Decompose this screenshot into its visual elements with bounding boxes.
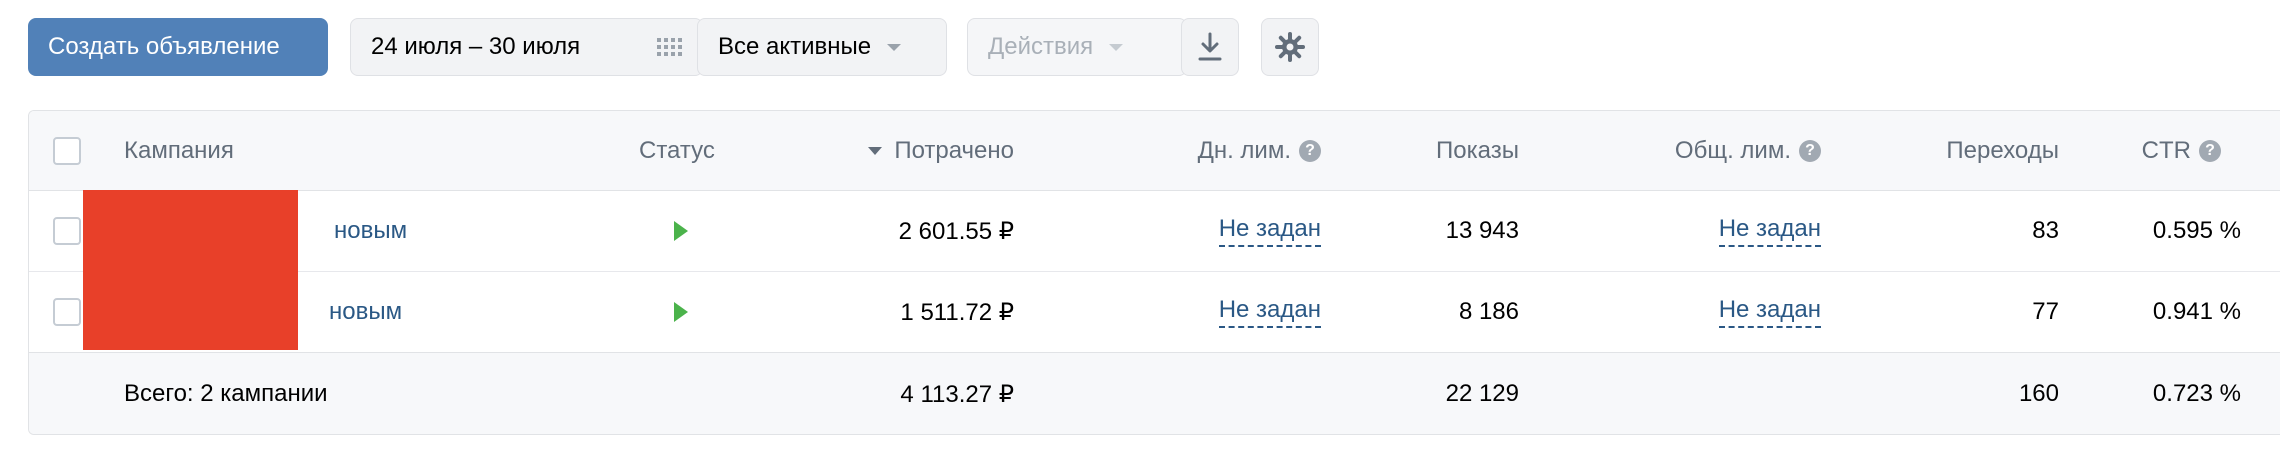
status-filter-label: Все активные: [718, 33, 872, 60]
header-ctr[interactable]: CTR ?: [2119, 111, 2221, 190]
actions-dropdown[interactable]: Действия: [967, 18, 1187, 76]
status-running-icon[interactable]: [674, 191, 688, 271]
select-all-checkbox[interactable]: [53, 136, 81, 165]
date-range-button[interactable]: 24 июля – 30 июля: [350, 18, 703, 76]
header-total-limit[interactable]: Общ. лим. ?: [1629, 111, 1821, 190]
actions-label: Действия: [988, 33, 1094, 60]
settings-button[interactable]: [1261, 18, 1319, 76]
campaigns-table: Кампания Статус Потрачено Дн. лим. ? Пок…: [28, 110, 2280, 435]
help-icon[interactable]: ?: [1799, 139, 1821, 162]
row-checkbox[interactable]: [53, 217, 81, 245]
header-campaign[interactable]: Кампания: [124, 111, 234, 190]
total-ctr-value: 0.723 %: [2152, 380, 2241, 407]
total-impressions-value: 22 129: [1445, 380, 1519, 407]
header-daily-limit[interactable]: Дн. лим. ?: [1129, 111, 1321, 190]
header-impressions[interactable]: Показы: [1399, 111, 1519, 190]
total-limit-link[interactable]: Не задан: [1629, 191, 1821, 271]
header-spent[interactable]: Потрачено: [849, 111, 1014, 190]
total-limit-link[interactable]: Не задан: [1629, 272, 1821, 352]
help-icon[interactable]: ?: [1299, 139, 1321, 162]
table-header: Кампания Статус Потрачено Дн. лим. ? Пок…: [29, 111, 2280, 191]
sort-desc-icon: [868, 146, 883, 155]
create-ad-label: Создать объявление: [48, 33, 280, 60]
chevron-down-icon: [887, 43, 902, 51]
impressions-value: 8 186: [1458, 298, 1519, 325]
table-row: новым 1 511.72 ₽ Не задан 8 186 Не задан…: [29, 272, 2280, 353]
table-total-row: Всего: 2 кампании 4 113.27 ₽ 22 129 160 …: [29, 353, 2280, 434]
campaign-name-link[interactable]: новым: [334, 191, 407, 271]
row-checkbox[interactable]: [53, 298, 81, 326]
campaign-name-link[interactable]: новым: [329, 272, 402, 352]
header-total-limit-label: Общ. лим.: [1674, 136, 1791, 164]
date-range-label: 24 июля – 30 июля: [371, 33, 581, 60]
daily-limit-link[interactable]: Не задан: [1129, 191, 1321, 271]
header-daily-limit-label: Дн. лим.: [1197, 136, 1291, 164]
spent-value: 2 601.55 ₽: [898, 217, 1014, 245]
total-spent-value: 4 113.27 ₽: [900, 380, 1014, 408]
total-label: Всего: 2 кампании: [124, 380, 328, 407]
spent-value: 1 511.72 ₽: [900, 298, 1014, 326]
create-ad-button[interactable]: Создать объявление: [28, 18, 328, 76]
download-icon: [1198, 32, 1222, 61]
header-spent-label: Потрачено: [894, 136, 1014, 164]
redacted-block: [83, 190, 298, 350]
download-button[interactable]: [1181, 18, 1239, 76]
ctr-value: 0.595 %: [2152, 217, 2241, 244]
clicks-value: 83: [2032, 217, 2059, 244]
impressions-value: 13 943: [1445, 217, 1519, 244]
ctr-value: 0.941 %: [2152, 298, 2241, 325]
clicks-value: 77: [2032, 298, 2059, 325]
total-clicks-value: 160: [2018, 380, 2059, 407]
chevron-down-icon: [1109, 43, 1124, 51]
status-filter-dropdown[interactable]: Все активные: [697, 18, 947, 76]
gear-icon: [1275, 32, 1305, 62]
header-status[interactable]: Статус: [639, 111, 715, 190]
header-clicks[interactable]: Переходы: [1909, 111, 2059, 190]
status-running-icon[interactable]: [674, 272, 688, 352]
table-row: новым 2 601.55 ₽ Не задан 13 943 Не зада…: [29, 191, 2280, 272]
daily-limit-link[interactable]: Не задан: [1129, 272, 1321, 352]
header-ctr-label: CTR: [2141, 136, 2191, 164]
help-icon[interactable]: ?: [2199, 139, 2221, 162]
calendar-grid-icon: [657, 38, 682, 56]
